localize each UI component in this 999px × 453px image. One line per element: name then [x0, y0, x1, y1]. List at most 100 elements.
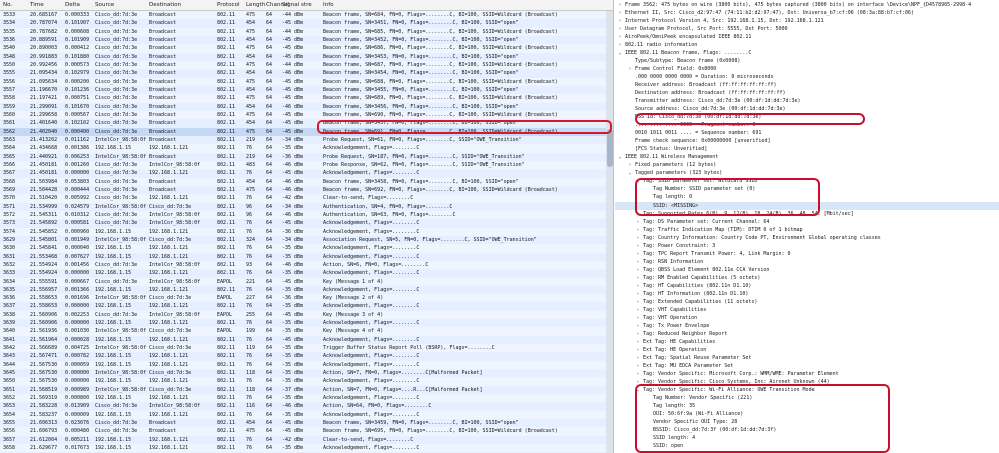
cell-time: 20.992456 — [30, 61, 58, 68]
cell-delta: 0.013909 — [65, 403, 90, 410]
table-row[interactable]: 3563 21.413202 0.011162 IntelCor_98:58:0f Br… — [0, 135, 613, 145]
table-row[interactable]: 3568 21.503984 0.053803 Cisco_dd:7d:3e Broad… — [0, 178, 613, 186]
column-header[interactable]: No. — [3, 0, 12, 10]
cell-signal: -35 dBm — [282, 303, 304, 310]
table-row[interactable]: 3570 21.510420 0.005992 Cisco_dd:7d:3e 192.1… — [0, 194, 613, 202]
table-row[interactable]: 3540 20.890003 0.000412 Cisco_dd:7d:3e Broad… — [0, 44, 613, 52]
cell-delta: 0.000667 — [65, 278, 90, 285]
cell-info: Action, SN=64, FN=0, Flags=........C — [323, 403, 432, 410]
table-row[interactable]: 3637 21.558653 0.000000 192.168.1.15 192.168… — [0, 302, 613, 311]
table-row[interactable]: 3556 21.095634 0.000200 Cisco_dd:7d:3e Broad… — [0, 78, 613, 86]
column-header[interactable]: Protocol — [217, 0, 240, 10]
table-row[interactable]: 3655 21.606313 0.023076 Cisco_dd:7d:3e Broad… — [0, 419, 613, 428]
cell-time: 21.196670 — [30, 86, 58, 93]
cell-channel: 64 — [266, 36, 273, 43]
table-row[interactable]: 3629 21.545801 0.001949 IntelCor_98:58:0f Ci… — [0, 235, 613, 245]
column-header[interactable]: Length — [246, 0, 265, 10]
table-row[interactable]: 3535 20.787682 0.000608 Cisco_dd:7d:3e Broad… — [0, 28, 613, 36]
packet-list-scrollbar[interactable] — [606, 11, 613, 453]
table-row[interactable]: 3534 20.787074 0.101907 Cisco_dd:7d:3e Broad… — [0, 19, 613, 28]
cell-signal: -35 dBm — [282, 345, 304, 352]
table-row[interactable]: 3567 21.450181 0.000000 Cisco_dd:7d:3e 192.1… — [0, 169, 613, 178]
table-row[interactable]: 3630 21.545841 0.000040 192.168.1.15 192.168… — [0, 244, 613, 252]
table-row[interactable]: 3558 21.197421 0.000751 Cisco_dd:7d:3e Broad… — [0, 94, 613, 102]
table-row[interactable]: 3565 21.440921 0.006253 IntelCor_98:58:0f Br… — [0, 152, 613, 161]
cell-no: 3656 — [3, 428, 16, 435]
table-row[interactable]: 3550 20.992456 0.000573 Cisco_dd:7d:3e Broad… — [0, 61, 613, 69]
table-row[interactable]: 3643 21.567471 0.000782 192.168.1.15 192.168… — [0, 352, 613, 361]
column-header[interactable]: Destination — [149, 0, 181, 10]
table-row[interactable]: 3638 21.560906 0.002253 Cisco_dd:7d:3e Intel… — [0, 311, 613, 319]
table-row[interactable]: 3560 21.299658 0.000567 Cisco_dd:7d:3e Broad… — [0, 111, 613, 119]
table-row[interactable]: 3654 21.583237 0.000009 192.168.1.15 192.168… — [0, 411, 613, 419]
table-row[interactable]: 3548 20.991883 0.101880 Cisco_dd:7d:3e Broad… — [0, 52, 613, 61]
cell-no: 3559 — [3, 103, 16, 110]
cell-protocol: 802.11 — [217, 170, 236, 177]
column-header[interactable]: Delta — [65, 0, 80, 10]
table-row[interactable]: 3657 21.612004 0.005211 192.168.1.15 192.168… — [0, 435, 613, 445]
table-row[interactable]: 3634 21.555591 0.000667 Cisco_dd:7d:3e Intel… — [0, 278, 613, 286]
table-row[interactable]: 3536 20.889591 0.101909 Cisco_dd:7d:3e Broad… — [0, 35, 613, 45]
cell-no: 3556 — [3, 78, 16, 85]
table-row[interactable]: 3658 21.629677 0.017673 192.168.1.15 192.168… — [0, 444, 613, 452]
cell-length: 199 — [246, 328, 256, 335]
cell-source: IntelCor_98:58:0f — [95, 328, 147, 335]
table-row[interactable]: 3641 21.561964 0.000028 192.168.1.15 192.168… — [0, 335, 613, 345]
table-row[interactable]: 3635 21.556957 0.001366 192.168.1.15 192.168… — [0, 285, 613, 295]
cell-destination: Broadcast — [149, 120, 177, 127]
table-row[interactable]: 3633 21.554924 0.000000 192.168.1.15 192.168… — [0, 269, 613, 278]
column-header[interactable]: Signal stre — [282, 0, 312, 10]
cell-no: 3638 — [3, 311, 16, 318]
cell-destination: Broadcast — [149, 28, 177, 35]
table-row[interactable]: 3569 21.504428 0.000444 Cisco_dd:7d:3e Broad… — [0, 185, 613, 195]
cell-source: Cisco_dd:7d:3e — [95, 78, 138, 85]
table-row[interactable]: 3651 21.568519 0.000989 IntelCor_98:58:0f Ci… — [0, 385, 613, 395]
table-row[interactable]: 3644 21.567530 0.000059 192.168.1.15 192.168… — [0, 361, 613, 369]
table-row[interactable]: 3533 20.685167 0.000333 Cisco_dd:7d:3e Broad… — [0, 11, 613, 19]
table-row[interactable]: 3559 21.299091 0.101670 Cisco_dd:7d:3e Broad… — [0, 102, 613, 111]
table-row[interactable]: 3639 21.560906 0.000000 192.168.1.15 192.168… — [0, 319, 613, 328]
cell-destination: Broadcast — [149, 420, 177, 427]
table-row[interactable]: 3564 21.434668 0.001386 192.168.1.15 192.168… — [0, 144, 613, 152]
table-row[interactable]: 3631 21.553468 0.007627 192.168.1.15 192.168… — [0, 252, 613, 261]
cell-no: 3533 — [3, 12, 16, 18]
table-row[interactable]: 3636 21.558653 0.001696 IntelCor_98:58:0f Ci… — [0, 294, 613, 302]
table-row[interactable]: 3645 21.567530 0.000000 IntelCor_98:58:0f Ci… — [0, 369, 613, 378]
column-header[interactable]: Info — [323, 0, 334, 10]
cell-source: 192.168.1.15 — [95, 253, 132, 260]
column-header[interactable]: Source — [95, 0, 114, 10]
cell-protocol: 802.11 — [217, 436, 236, 443]
table-row[interactable]: 3555 21.095434 0.102979 Cisco_dd:7d:3e Broad… — [0, 69, 613, 78]
table-row[interactable]: 3572 21.545311 0.010312 Cisco_dd:7d:3e Intel… — [0, 211, 613, 219]
cell-length: 76 — [246, 286, 253, 293]
table-row[interactable]: 3652 21.569319 0.000800 192.168.1.15 192.168… — [0, 394, 613, 402]
table-row[interactable]: 3573 21.545892 0.000581 Cisco_dd:7d:3e Intel… — [0, 219, 613, 228]
cell-signal: -45 dBm — [282, 111, 304, 118]
table-row[interactable]: 3574 21.545852 0.000960 192.168.1.15 192.168… — [0, 228, 613, 236]
table-row[interactable]: 3566 21.450181 0.001260 Cisco_dd:7d:3e Intel… — [0, 161, 613, 169]
cell-channel: 64 — [266, 411, 273, 418]
table-row[interactable]: 3650 21.567530 0.000000 192.168.1.15 192.168… — [0, 377, 613, 385]
table-row[interactable]: 3653 21.583228 0.013909 Cisco_dd:7d:3e Intel… — [0, 402, 613, 411]
cell-signal: -36 dBm — [282, 153, 304, 160]
cell-destination: Cisco_dd:7d:3e — [149, 328, 192, 335]
table-row[interactable]: 3571 21.534999 0.024579 IntelCor_98:58:0f Ci… — [0, 202, 613, 211]
cell-destination: IntelCor_98:58:0f — [149, 211, 201, 218]
scrollbar-thumb[interactable] — [607, 129, 613, 167]
cell-source: IntelCor_98:58:0f — [95, 153, 147, 160]
cell-channel: 64 — [266, 153, 273, 160]
table-row[interactable]: 3632 21.554924 0.001456 Cisco_dd:7d:3e Intel… — [0, 261, 613, 269]
table-row[interactable]: 3656 21.606793 0.000480 Cisco_dd:7d:3e Broad… — [0, 427, 613, 435]
cell-delta: 0.101670 — [65, 103, 90, 110]
cell-info: Clear-to-send, Flags=........C — [323, 436, 414, 443]
cell-channel: 64 — [266, 345, 273, 352]
table-row[interactable]: 3642 21.566689 0.004725 IntelCor_98:58:0f Ci… — [0, 344, 613, 352]
cell-channel: 64 — [266, 311, 273, 318]
column-header[interactable]: Time — [30, 0, 44, 10]
cell-delta: 0.001366 — [65, 286, 90, 293]
table-row[interactable]: 3640 21.561936 0.001030 IntelCor_98:58:0f Ci… — [0, 327, 613, 335]
cell-source: Cisco_dd:7d:3e — [95, 53, 138, 60]
table-row[interactable]: 3557 21.196670 0.101236 Cisco_dd:7d:3e Broad… — [0, 85, 613, 95]
cell-info: Probe Request, SN=187, FN=0, Flags=.....… — [323, 153, 525, 160]
cell-channel: 64 — [266, 303, 273, 310]
